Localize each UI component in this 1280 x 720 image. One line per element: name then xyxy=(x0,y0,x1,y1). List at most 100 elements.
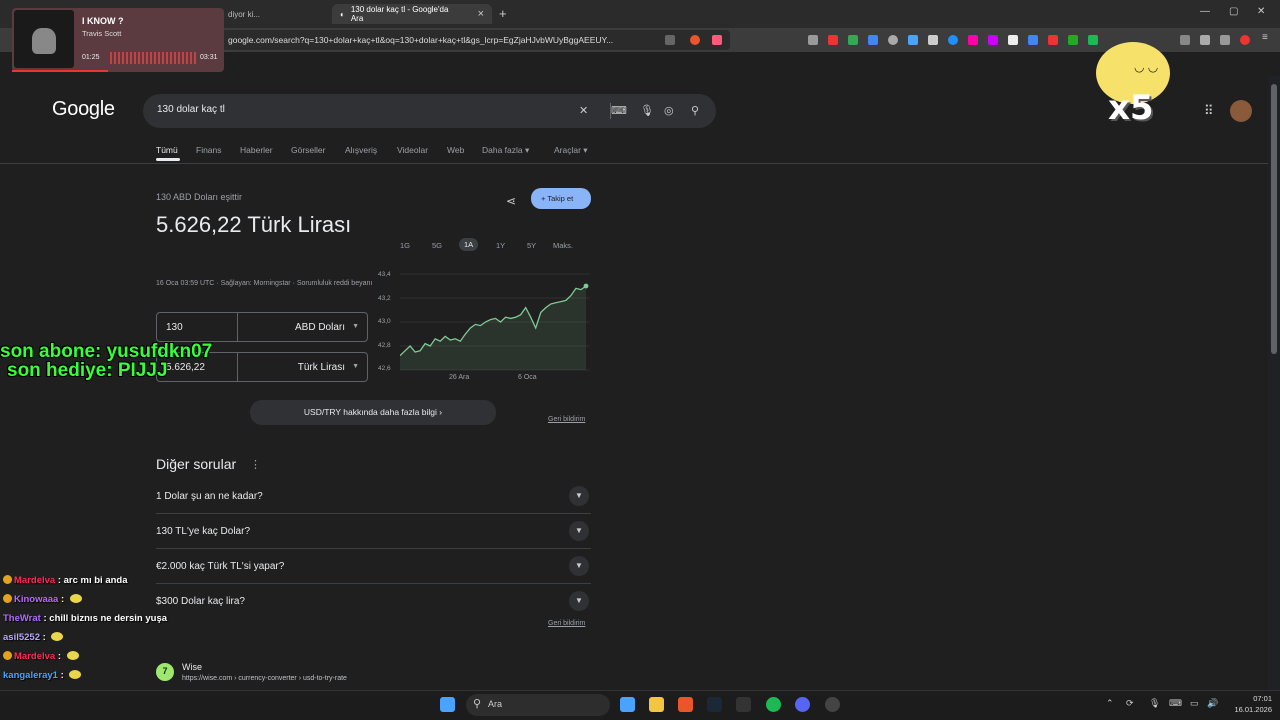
feedback-link[interactable]: Geri bildirim xyxy=(548,620,585,627)
tab-shopping[interactable]: Alışveriş xyxy=(345,145,377,155)
profile-icon[interactable] xyxy=(1240,35,1250,45)
discord-icon[interactable] xyxy=(795,697,810,712)
extension-icon[interactable] xyxy=(848,35,858,45)
result-site-name[interactable]: Wise xyxy=(182,662,202,672)
extension-icon[interactable] xyxy=(948,35,958,45)
maximize-button[interactable]: ▢ xyxy=(1229,6,1238,17)
tab-more[interactable]: Daha fazla ▾ xyxy=(482,145,529,156)
avatar[interactable] xyxy=(1230,100,1252,122)
question-row[interactable]: €2.000 kaç Türk TL'si yapar? ▼ xyxy=(156,549,591,584)
tab-videos[interactable]: Videolar xyxy=(397,145,428,155)
address-bar[interactable]: google.com/search?q=130+dolar+kaç+tl&oq=… xyxy=(222,30,730,50)
range-5y[interactable]: 5Y xyxy=(527,241,536,250)
extension-icon[interactable] xyxy=(1220,35,1230,45)
brave-browser-icon[interactable] xyxy=(678,697,693,712)
from-currency-select[interactable]: ABD Doları xyxy=(295,322,345,333)
brave-shield-icon[interactable] xyxy=(690,35,700,45)
range-1m[interactable]: 1A xyxy=(459,238,479,251)
result-url[interactable]: https://wise.com › currency-converter › … xyxy=(182,675,347,682)
mic-icon[interactable]: 🎙 xyxy=(1149,698,1160,709)
extension-icon[interactable] xyxy=(1048,35,1058,45)
more-info-button[interactable]: USD/TRY hakkında daha fazla bilgi › xyxy=(250,400,496,425)
extension-icon[interactable] xyxy=(988,35,998,45)
minimize-button[interactable]: — xyxy=(1200,6,1210,17)
scrollbar-thumb[interactable] xyxy=(1271,84,1277,354)
tab-finance[interactable]: Finans xyxy=(196,145,222,155)
chevron-down-icon[interactable]: ▼ xyxy=(569,591,589,611)
lens-icon[interactable]: ◎ xyxy=(664,104,674,117)
close-window-button[interactable]: ✕ xyxy=(1257,6,1265,17)
file-explorer-icon[interactable] xyxy=(649,697,664,712)
to-amount-input[interactable]: 5.626,22 xyxy=(166,362,205,373)
start-icon[interactable] xyxy=(440,697,455,712)
new-tab-button[interactable]: + xyxy=(499,6,507,21)
scrollbar[interactable] xyxy=(1268,76,1280,690)
exchange-rate-chart[interactable] xyxy=(400,270,592,374)
obs-icon[interactable] xyxy=(825,697,840,712)
tab-images[interactable]: Görseller xyxy=(291,145,325,155)
clear-icon[interactable]: ✕ xyxy=(579,104,588,117)
chat-text: : chill biznıs ne dersin yuşa xyxy=(40,613,168,624)
close-tab-icon[interactable]: × xyxy=(478,8,484,20)
clock-time: 07:01 xyxy=(1253,694,1272,703)
range-5d[interactable]: 5G xyxy=(432,241,442,250)
wise-logo[interactable]: 7 xyxy=(156,663,174,681)
spotify-icon[interactable] xyxy=(766,697,781,712)
question-row[interactable]: $300 Dolar kaç lira? ▼ xyxy=(156,584,591,619)
question-row[interactable]: 1 Dolar şu an ne kadar? ▼ xyxy=(156,479,591,514)
menu-icon[interactable]: ≡ xyxy=(1262,32,1272,43)
sync-icon[interactable]: ⟳ xyxy=(1126,698,1134,709)
keyboard-icon[interactable]: ⌨ xyxy=(611,104,627,117)
chevron-down-icon[interactable]: ▼ xyxy=(569,556,589,576)
tab-tools[interactable]: Araçlar ▾ xyxy=(554,145,588,156)
tab-web[interactable]: Web xyxy=(447,145,464,155)
more-options-icon[interactable]: ⋮ xyxy=(250,458,261,471)
extension-icon[interactable] xyxy=(1180,35,1190,45)
x-tick: 26 Ara xyxy=(449,374,470,381)
follow-button[interactable]: + Takip et xyxy=(531,188,591,209)
search-icon[interactable]: ⚲ xyxy=(691,104,699,117)
extension-icon[interactable] xyxy=(888,35,898,45)
share-page-icon[interactable] xyxy=(665,35,675,45)
extension-icon[interactable] xyxy=(1068,35,1078,45)
range-max[interactable]: Maks. xyxy=(553,241,573,250)
search-input[interactable]: 130 dolar kaç tl xyxy=(157,104,225,115)
taskbar-search[interactable]: ⚲ Ara xyxy=(466,694,610,716)
extension-icon[interactable] xyxy=(1028,35,1038,45)
extension-icon[interactable] xyxy=(808,35,818,45)
extension-icon[interactable] xyxy=(1008,35,1018,45)
tray-expand-icon[interactable]: ⌃ xyxy=(1106,698,1114,709)
search-box[interactable]: 130 dolar kaç tl ✕ ⌨ 🎙 ◎ ⚲ xyxy=(143,94,716,128)
range-1y[interactable]: 1Y xyxy=(496,241,505,250)
clock[interactable]: 07:01 16.01.2026 xyxy=(1228,693,1272,715)
chevron-down-icon[interactable]: ▼ xyxy=(569,521,589,541)
google-logo[interactable]: Google xyxy=(52,98,115,121)
from-currency-field[interactable]: 130 ABD Doları ▼ xyxy=(156,312,368,342)
question-row[interactable]: 130 TL'ye kaç Dolar? ▼ xyxy=(156,514,591,549)
to-currency-select[interactable]: Türk Lirası xyxy=(298,362,345,373)
extension-icon[interactable] xyxy=(868,35,878,45)
range-1d[interactable]: 1G xyxy=(400,241,410,250)
extension-icon[interactable] xyxy=(968,35,978,45)
from-amount-input[interactable]: 130 xyxy=(166,322,183,333)
feedback-link[interactable]: Geri bildirim xyxy=(548,416,585,423)
apps-grid-icon[interactable]: ⠿ xyxy=(1204,103,1214,119)
chevron-down-icon[interactable]: ▼ xyxy=(569,486,589,506)
extension-icon[interactable] xyxy=(908,35,918,45)
monitor-icon[interactable]: ▭ xyxy=(1190,698,1199,709)
extension-icon[interactable] xyxy=(1200,35,1210,45)
tab-news[interactable]: Haberler xyxy=(240,145,273,155)
tab-diyor[interactable]: diyor ki... xyxy=(220,4,328,24)
volume-icon[interactable]: 🔊 xyxy=(1207,698,1218,709)
tab-google-search[interactable]: ◐ 130 dolar kaç tl - Google'da Ara × xyxy=(332,4,492,24)
brave-rewards-icon[interactable] xyxy=(712,35,722,45)
mic-icon[interactable]: 🎙 xyxy=(640,104,654,117)
keyboard-icon[interactable]: ⌨ xyxy=(1169,698,1182,709)
share-icon[interactable]: ⋖ xyxy=(506,194,516,208)
extension-icon[interactable] xyxy=(828,35,838,45)
task-view-icon[interactable] xyxy=(620,697,635,712)
steam-icon[interactable] xyxy=(707,697,722,712)
tab-all[interactable]: Tümü xyxy=(156,145,178,155)
epic-games-icon[interactable] xyxy=(736,697,751,712)
extension-icon[interactable] xyxy=(928,35,938,45)
